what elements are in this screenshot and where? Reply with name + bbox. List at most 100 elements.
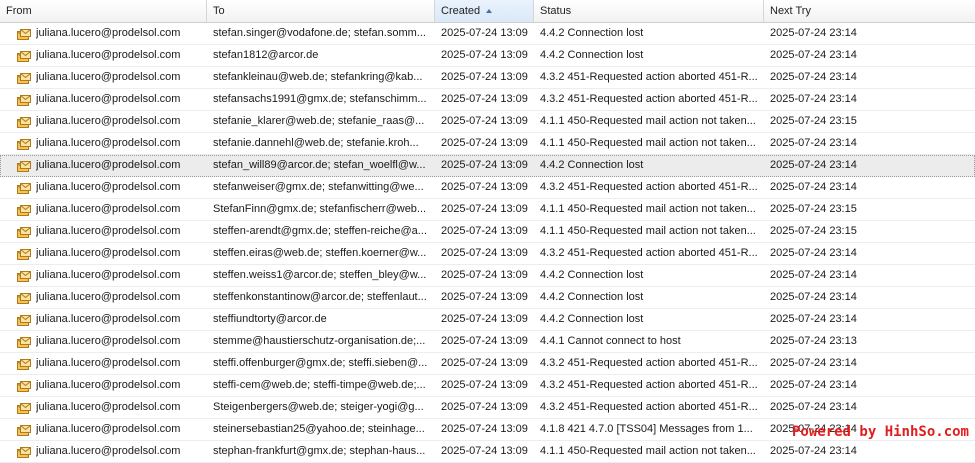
cell-from-text: juliana.lucero@prodelsol.com	[36, 203, 181, 215]
table-row[interactable]: juliana.lucero@prodelsol.com stephan-fran…	[0, 441, 975, 463]
cell-to: Steigenbergers@web.de; steiger-yogi@g...	[213, 401, 424, 413]
cell-created: 2025-07-24 13:09	[441, 225, 528, 237]
cell-next-try: 2025-07-24 23:14	[770, 291, 857, 303]
cell-from: juliana.lucero@prodelsol.com	[0, 199, 207, 220]
cell-next-try: 2025-07-24 23:14	[770, 159, 857, 171]
mail-envelope-icon	[17, 358, 31, 370]
cell-to: stefan_will89@arcor.de; stefan_woelfl@w.…	[213, 159, 426, 171]
table-row[interactable]: juliana.lucero@prodelsol.com stefankleina…	[0, 67, 975, 89]
column-header-created-label: Created	[441, 5, 481, 17]
cell-from: juliana.lucero@prodelsol.com	[0, 441, 207, 462]
column-header-created[interactable]: Created	[435, 0, 534, 22]
table-row[interactable]: juliana.lucero@prodelsol.com steffi-cem@w…	[0, 375, 975, 397]
table-row[interactable]: juliana.lucero@prodelsol.com steffen.eira…	[0, 243, 975, 265]
cell-to: stefanie.dannehl@web.de; stefanie.kroh..…	[213, 137, 419, 149]
watermark: Powered by HinhSo.com	[791, 424, 969, 440]
cell-created: 2025-07-24 13:09	[441, 93, 528, 105]
column-header-status[interactable]: Status	[534, 0, 764, 22]
table-row[interactable]: juliana.lucero@prodelsol.com steffenkonst…	[0, 287, 975, 309]
cell-status: 4.3.2 451-Requested action aborted 451-R…	[540, 181, 758, 193]
cell-to: steffi-cem@web.de; steffi-timpe@web.de;.…	[213, 379, 426, 391]
cell-from-text: juliana.lucero@prodelsol.com	[36, 159, 181, 171]
message-list: juliana.lucero@prodelsol.com stefan.singe…	[0, 23, 975, 463]
mail-envelope-icon	[17, 94, 31, 106]
cell-next-try: 2025-07-24 23:15	[770, 115, 857, 127]
column-header-to[interactable]: To	[207, 0, 435, 22]
cell-next-try: 2025-07-24 23:14	[770, 357, 857, 369]
cell-status: 4.4.2 Connection lost	[540, 269, 644, 281]
cell-created: 2025-07-24 13:09	[441, 269, 528, 281]
cell-status: 4.4.2 Connection lost	[540, 313, 644, 325]
mail-envelope-icon	[17, 28, 31, 40]
table-row[interactable]: juliana.lucero@prodelsol.com steffiundtor…	[0, 309, 975, 331]
mail-envelope-icon	[17, 270, 31, 282]
table-row[interactable]: juliana.lucero@prodelsol.com StefanFinn@g…	[0, 199, 975, 221]
column-header-row: From To Created Status Next Try	[0, 0, 975, 23]
cell-from-text: juliana.lucero@prodelsol.com	[36, 247, 181, 259]
mail-envelope-icon	[17, 160, 31, 172]
cell-from: juliana.lucero@prodelsol.com	[0, 419, 207, 440]
cell-from-text: juliana.lucero@prodelsol.com	[36, 335, 181, 347]
mail-envelope-icon	[17, 182, 31, 194]
cell-to: stefanie_klarer@web.de; stefanie_raas@..…	[213, 115, 425, 127]
table-row[interactable]: juliana.lucero@prodelsol.com stefan_will8…	[0, 155, 975, 177]
cell-to: steffen.weiss1@arcor.de; steffen_bley@w.…	[213, 269, 427, 281]
cell-from-text: juliana.lucero@prodelsol.com	[36, 115, 181, 127]
table-row[interactable]: juliana.lucero@prodelsol.com stefan1812@a…	[0, 45, 975, 67]
cell-created: 2025-07-24 13:09	[441, 445, 528, 457]
cell-from: juliana.lucero@prodelsol.com	[0, 375, 207, 396]
cell-status: 4.3.2 451-Requested action aborted 451-R…	[540, 247, 758, 259]
table-row[interactable]: juliana.lucero@prodelsol.com stefanie.dan…	[0, 133, 975, 155]
cell-next-try: 2025-07-24 23:14	[770, 137, 857, 149]
cell-to: stefan1812@arcor.de	[213, 49, 319, 61]
cell-next-try: 2025-07-24 23:13	[770, 335, 857, 347]
sort-ascending-icon	[486, 9, 493, 13]
table-row[interactable]: juliana.lucero@prodelsol.com stefansachs1…	[0, 89, 975, 111]
table-row[interactable]: juliana.lucero@prodelsol.com stemme@haust…	[0, 331, 975, 353]
cell-created: 2025-07-24 13:09	[441, 357, 528, 369]
cell-from-text: juliana.lucero@prodelsol.com	[36, 357, 181, 369]
cell-from: juliana.lucero@prodelsol.com	[0, 23, 207, 44]
mail-envelope-icon	[17, 446, 31, 458]
cell-next-try: 2025-07-24 23:14	[770, 93, 857, 105]
cell-created: 2025-07-24 13:09	[441, 291, 528, 303]
mail-envelope-icon	[17, 248, 31, 260]
cell-created: 2025-07-24 13:09	[441, 137, 528, 149]
cell-next-try: 2025-07-24 23:15	[770, 203, 857, 215]
cell-next-try: 2025-07-24 23:14	[770, 445, 857, 457]
cell-from: juliana.lucero@prodelsol.com	[0, 89, 207, 110]
table-row[interactable]: juliana.lucero@prodelsol.com stefanie_kla…	[0, 111, 975, 133]
table-row[interactable]: juliana.lucero@prodelsol.com steffen.weis…	[0, 265, 975, 287]
cell-from: juliana.lucero@prodelsol.com	[0, 45, 207, 66]
table-row[interactable]: juliana.lucero@prodelsol.com steffen-aren…	[0, 221, 975, 243]
table-row[interactable]: juliana.lucero@prodelsol.com stefan.singe…	[0, 23, 975, 45]
cell-from-text: juliana.lucero@prodelsol.com	[36, 291, 181, 303]
cell-to: steffen-arendt@gmx.de; steffen-reiche@a.…	[213, 225, 427, 237]
table-row[interactable]: juliana.lucero@prodelsol.com steffi.offen…	[0, 353, 975, 375]
column-header-status-label: Status	[540, 5, 572, 17]
cell-next-try: 2025-07-24 23:14	[770, 181, 857, 193]
mail-envelope-icon	[17, 116, 31, 128]
table-row[interactable]: juliana.lucero@prodelsol.com stefanweiser…	[0, 177, 975, 199]
cell-from: juliana.lucero@prodelsol.com	[0, 133, 207, 154]
cell-from: juliana.lucero@prodelsol.com	[0, 177, 207, 198]
cell-created: 2025-07-24 13:09	[441, 159, 528, 171]
column-header-from[interactable]: From	[0, 0, 207, 22]
cell-to: steffi.offenburger@gmx.de; steffi.sieben…	[213, 357, 428, 369]
cell-to: stefansachs1991@gmx.de; stefanschimm...	[213, 93, 427, 105]
cell-to: steffen.eiras@web.de; steffen.koerner@w.…	[213, 247, 427, 259]
cell-created: 2025-07-24 13:09	[441, 71, 528, 83]
mail-queue-grid: From To Created Status Next Try juliana.…	[0, 0, 975, 463]
cell-to: stefan.singer@vodafone.de; stefan.somm..…	[213, 27, 426, 39]
cell-next-try: 2025-07-24 23:14	[770, 269, 857, 281]
mail-envelope-icon	[17, 336, 31, 348]
mail-envelope-icon	[17, 380, 31, 392]
cell-status: 4.4.2 Connection lost	[540, 49, 644, 61]
cell-created: 2025-07-24 13:09	[441, 203, 528, 215]
table-row[interactable]: juliana.lucero@prodelsol.com Steigenberge…	[0, 397, 975, 419]
cell-from: juliana.lucero@prodelsol.com	[0, 287, 207, 308]
cell-created: 2025-07-24 13:09	[441, 115, 528, 127]
cell-status: 4.1.1 450-Requested mail action not take…	[540, 137, 756, 149]
column-header-next-try[interactable]: Next Try	[764, 0, 975, 22]
cell-to: stephan-frankfurt@gmx.de; stephan-haus..…	[213, 445, 426, 457]
